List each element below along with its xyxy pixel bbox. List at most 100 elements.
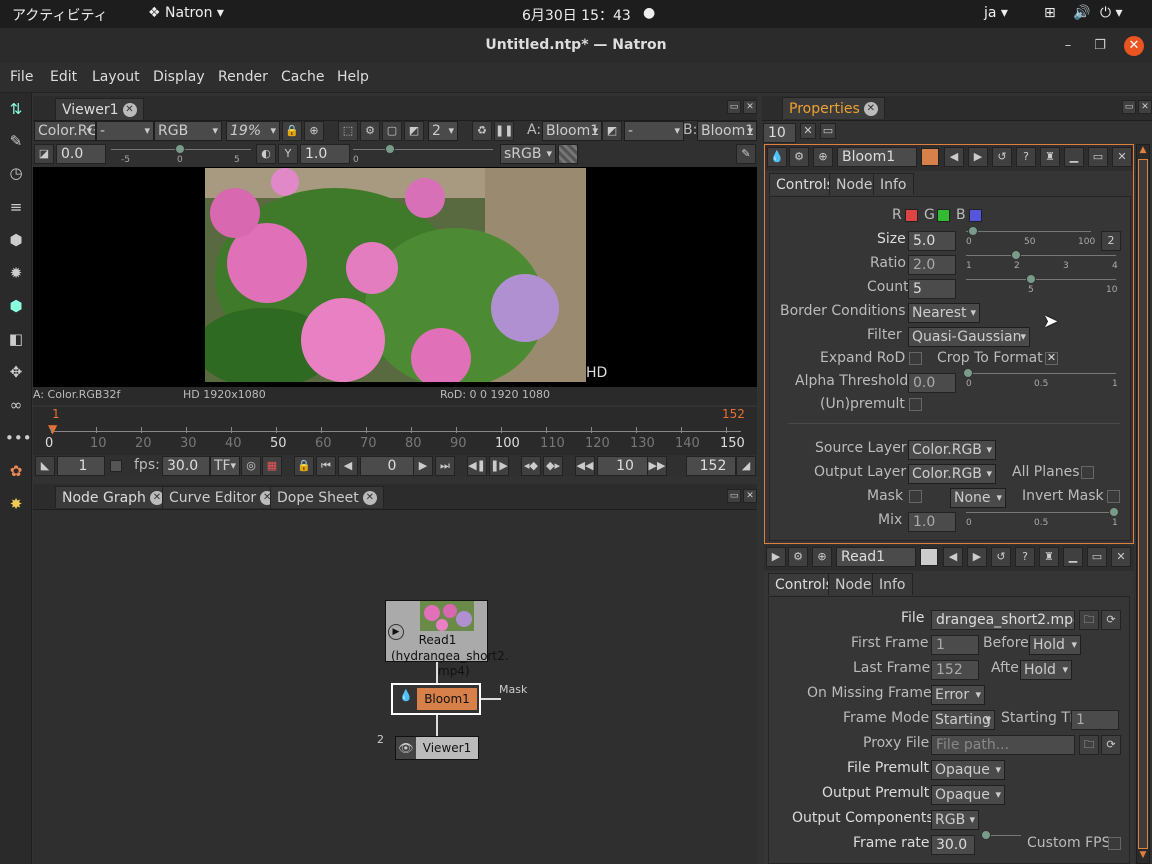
proxy-file-field[interactable]: File path... [931,735,1075,755]
file-field[interactable]: drangea_short2.mp4 [931,610,1075,630]
float-panel-icon[interactable]: ▭ [1088,147,1108,167]
refresh-icon[interactable]: ♻ [472,121,492,141]
timecode-icon[interactable]: ◎ [241,456,261,476]
crop-to-format-checkbox[interactable]: ✕ [1045,352,1058,365]
ratio-field[interactable]: 2.0 [908,255,956,275]
size-dimension-button[interactable]: 2 [1101,231,1121,251]
center-node-icon[interactable]: ⊕ [813,147,833,167]
float-panel-icon[interactable]: ▭ [1087,547,1107,567]
checkerboard-icon[interactable]: ◩ [404,121,424,141]
green-checkbox[interactable] [937,209,950,222]
float-pane-icon[interactable]: ▭ [727,489,741,503]
all-planes-checkbox[interactable] [1081,466,1094,479]
output-components-select[interactable]: RGB [931,810,979,830]
composite-operator-icon[interactable]: ◩ [602,121,622,141]
reload-icon[interactable]: ⟳ [1101,610,1121,630]
mix-slider[interactable]: 0 0.5 1 [966,506,1119,528]
missing-frame-select[interactable]: Error [931,685,985,705]
wipe-icon[interactable]: ⚙ [360,121,380,141]
reload-icon[interactable]: ⟳ [1101,735,1121,755]
volume-icon[interactable]: 🔊 [1073,5,1090,21]
close-window-button[interactable]: ✕ [1124,36,1144,56]
last-frame-button[interactable]: ⏭ [435,456,455,476]
max-panels-field[interactable]: 10 [763,123,796,143]
viewer-node[interactable]: 👁 Viewer1 [395,736,479,760]
keyer-tool-icon[interactable]: ⬢ [5,295,27,317]
help-icon[interactable]: ? [1015,547,1035,567]
layer-select[interactable]: Color.RG [34,121,96,141]
red-checkbox[interactable] [905,209,918,222]
gain-field[interactable]: 0.0 [56,144,106,164]
auto-contrast-icon[interactable]: ◐ [256,144,276,164]
image-tool-icon[interactable]: ⇅ [5,98,27,120]
close-pane-icon[interactable]: ✕ [743,100,757,114]
safe-frame-icon[interactable]: ▢ [382,121,402,141]
settings-icon[interactable]: ⚙ [789,147,809,167]
checker-icon[interactable] [558,144,578,164]
redo-icon[interactable]: ▶ [967,547,987,567]
colorspace-select[interactable]: sRGB [500,144,556,164]
hide-unmodified-icon[interactable]: ♜ [1039,547,1059,567]
merge-tool-icon[interactable]: ◧ [5,328,27,350]
step-forward-button[interactable]: ▶▶ [647,456,667,476]
step-back-button[interactable]: ◀◀ [575,456,595,476]
unpremult-checkbox[interactable] [909,398,922,411]
step-field[interactable]: 10 [597,456,649,476]
clear-panels-icon[interactable]: ✕ [800,123,816,139]
alpha-threshold-field[interactable]: 0.0 [908,373,956,393]
node-color-swatch[interactable] [920,548,938,566]
folder-icon[interactable]: 🗀 [1079,735,1099,755]
border-conditions-select[interactable]: Nearest [908,303,980,323]
tab-dope-sheet[interactable]: Dope Sheet ✕ [270,486,384,508]
region-icon[interactable]: ⬚ [338,121,358,141]
mix-field[interactable]: 1.0 [908,512,956,532]
undo-icon[interactable]: ◀ [943,547,963,567]
gain-slider[interactable]: -5 0 5 [111,143,251,165]
close-panel-icon[interactable]: ✕ [1112,147,1132,167]
pin-icon[interactable]: ✎ [736,144,756,164]
gmic-tool-icon[interactable]: ✿ [5,460,27,482]
network-icon[interactable]: ⊞ [1044,5,1056,21]
close-icon[interactable]: ✕ [863,102,878,116]
float-pane-icon[interactable]: ▭ [727,100,741,114]
current-frame-field[interactable]: 0 [360,456,420,476]
language-indicator[interactable]: ja ▾ [984,5,1008,21]
play-backward-button[interactable]: ◀ [338,456,358,476]
gamma-slider[interactable]: 0 [353,143,493,165]
power-icon[interactable]: ⏻ ▾ [1100,5,1123,21]
invert-mask-checkbox[interactable] [1107,490,1120,503]
color-tool-icon[interactable]: ⬢ [5,229,27,251]
timeline[interactable]: 1 152 ▼ 0 10 20 30 40 50 60 70 80 90 100 110 120 130 1… [33,407,757,455]
last-frame-field[interactable]: 152 [686,456,736,476]
output-premult-select[interactable]: Opaque [931,785,1005,805]
read-tab-node[interactable]: Node [828,573,879,595]
menu-file[interactable]: File [10,69,33,85]
size-field[interactable]: 5.0 [908,231,956,251]
restore-defaults-icon[interactable]: ↺ [992,147,1012,167]
menu-help[interactable]: Help [337,69,369,85]
prev-key-button[interactable]: ◂◆ [521,456,541,476]
other-tool-icon[interactable]: ••• [5,427,32,449]
multiview-tool-icon[interactable]: ∞ [5,394,27,416]
close-pane-icon[interactable]: ✕ [743,489,757,503]
float-pane-icon[interactable]: ▭ [1122,100,1136,114]
read-name-field[interactable]: Read1 [836,547,916,567]
close-pane-icon[interactable]: ✕ [1138,100,1152,114]
before-select[interactable]: Hold [1029,635,1081,655]
lock-icon[interactable]: 🔒 [282,121,302,141]
first-frame-button[interactable]: ⏮ [316,456,336,476]
play-forward-button[interactable]: ▶ [413,456,433,476]
size-slider[interactable]: 0 50 100 [966,225,1095,247]
playhead-icon[interactable]: ▼ [48,423,60,435]
composite-operator-select[interactable]: - [624,121,684,141]
set-out-icon[interactable]: ◢ [736,456,756,476]
tab-viewer1[interactable]: Viewer1 ✕ [55,98,144,120]
alpha-threshold-slider[interactable]: 0 0.5 1 [963,367,1118,389]
transform-tool-icon[interactable]: ✥ [5,361,27,383]
channel-tool-icon[interactable]: ≡ [5,196,27,218]
turbo-select[interactable]: TF [210,456,240,476]
time-tool-icon[interactable]: ◷ [5,162,27,184]
gamma-toggle[interactable]: Y [278,144,298,164]
last-frame-field[interactable]: 152 [931,660,979,680]
draw-tool-icon[interactable]: ✎ [5,130,27,152]
